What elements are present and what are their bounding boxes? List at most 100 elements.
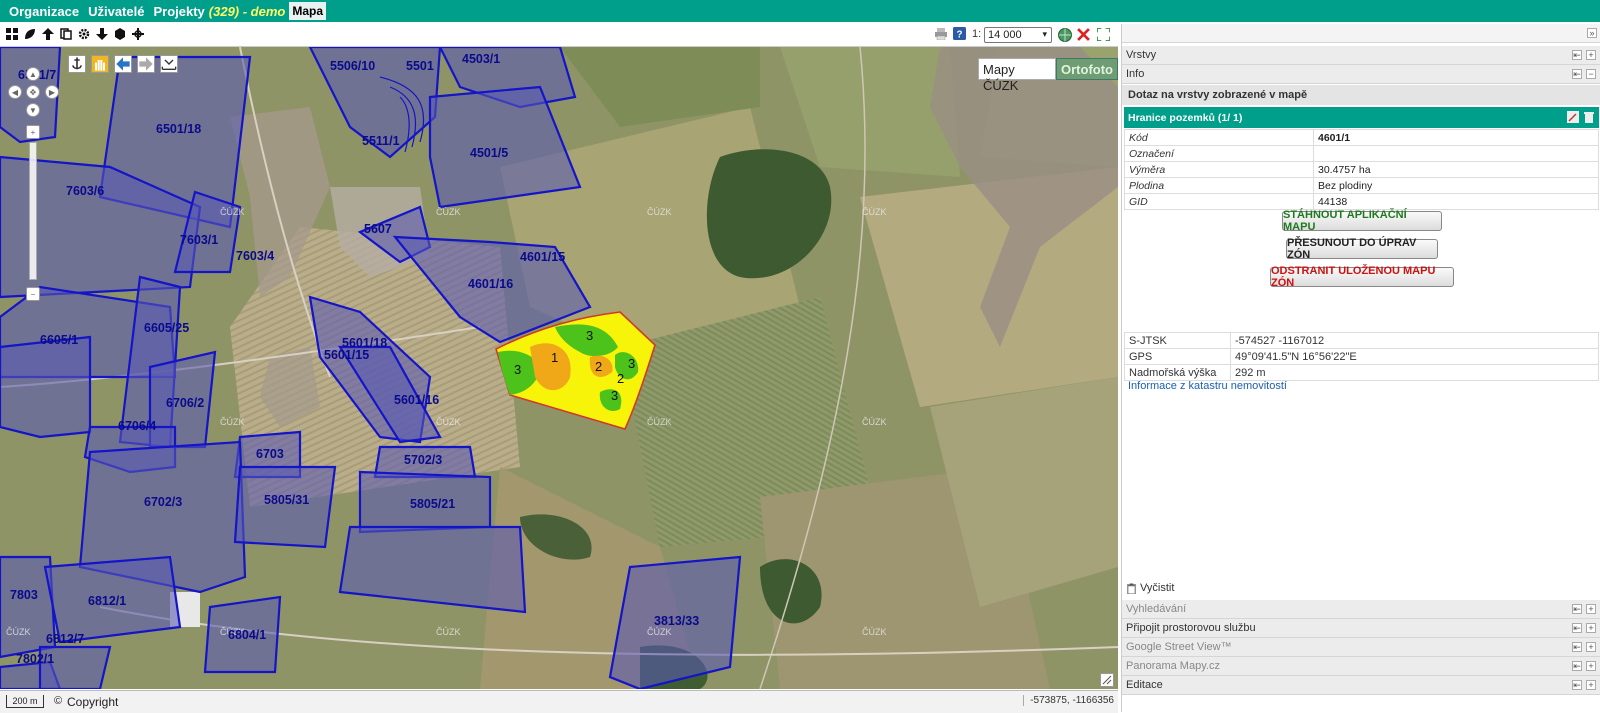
minimize-icon[interactable]: ⇤ bbox=[1572, 661, 1582, 671]
minimize-icon[interactable]: ⇤ bbox=[1572, 680, 1582, 690]
anchor-tool-icon[interactable] bbox=[68, 55, 86, 73]
svg-text:ČÚZK: ČÚZK bbox=[862, 207, 887, 217]
section-label: Panorama Mapy.cz bbox=[1126, 660, 1220, 672]
svg-text:?: ? bbox=[957, 29, 963, 40]
collapse-icon[interactable]: − bbox=[1586, 69, 1596, 79]
chevron-down-icon: ▾ bbox=[1042, 29, 1047, 39]
expand-icon[interactable]: + bbox=[1586, 680, 1596, 690]
zoom-out-button[interactable]: − bbox=[26, 287, 40, 301]
panel-collapse-bar: » bbox=[1122, 24, 1600, 43]
map-type-switch: Mapy ČÚZK Ortofoto bbox=[978, 58, 1118, 93]
collapse-panel-icon[interactable]: » bbox=[1587, 28, 1597, 38]
zone-label: 2 bbox=[595, 359, 602, 374]
zone-label: 3 bbox=[611, 388, 618, 403]
attr-key: Plodina bbox=[1124, 177, 1314, 194]
globe-icon[interactable] bbox=[1058, 28, 1072, 42]
project-count-label[interactable]: (329) - demo bbox=[209, 4, 286, 19]
measure-tool-icon[interactable] bbox=[160, 55, 178, 73]
minimize-icon[interactable]: ⇤ bbox=[1572, 604, 1582, 614]
edit-icon[interactable] bbox=[1567, 111, 1579, 123]
hexagon-icon[interactable] bbox=[114, 28, 126, 40]
table-row: Nadmořská výška 292 m bbox=[1124, 364, 1599, 381]
crosshair-icon[interactable] bbox=[132, 28, 144, 40]
section-pripojit-sluzbu[interactable]: Připojit prostorovou službu ⇤ + bbox=[1122, 619, 1600, 638]
minimize-icon[interactable]: ⇤ bbox=[1572, 50, 1582, 60]
print-icon[interactable] bbox=[935, 28, 947, 40]
svg-text:ČÚZK: ČÚZK bbox=[647, 417, 672, 427]
zoom-in-button[interactable]: + bbox=[26, 125, 40, 139]
parcel-label: 4501/5 bbox=[470, 146, 508, 160]
delete-icon[interactable] bbox=[1583, 111, 1595, 123]
attr-value: 30.4757 ha bbox=[1313, 161, 1599, 178]
download-map-button[interactable]: STÁHNOUT APLIKAČNÍ MAPU bbox=[1282, 209, 1442, 233]
svg-text:ČÚZK: ČÚZK bbox=[862, 627, 887, 637]
section-label: Editace bbox=[1126, 679, 1163, 691]
section-label: Připojit prostorovou službu bbox=[1126, 622, 1256, 634]
nav-projekty[interactable]: Projekty bbox=[153, 4, 204, 19]
parcel-label: 5511/1 bbox=[362, 134, 400, 148]
back-arrow-icon[interactable] bbox=[114, 55, 132, 73]
arrow-down-icon[interactable] bbox=[96, 28, 108, 40]
table-row: Plodina Bez plodiny bbox=[1124, 177, 1599, 194]
move-to-zones-button[interactable]: PŘESUNOUT DO ÚPRAV ZÓN bbox=[1286, 237, 1438, 261]
nav-mapa-active[interactable]: Mapa bbox=[289, 2, 327, 20]
arrow-up-icon[interactable] bbox=[42, 28, 54, 40]
nav-uzivatele[interactable]: Uživatelé bbox=[88, 4, 144, 19]
svg-text:ČÚZK: ČÚZK bbox=[220, 207, 245, 217]
section-vrstvy[interactable]: Vrstvy ⇤ + bbox=[1122, 46, 1600, 65]
hand-tool-icon[interactable] bbox=[91, 55, 109, 73]
pan-center-button[interactable]: ✥ bbox=[26, 85, 40, 99]
pan-right-button[interactable]: ▶ bbox=[45, 85, 59, 99]
zone-label: 3 bbox=[514, 362, 521, 377]
forward-arrow-icon[interactable] bbox=[137, 55, 155, 73]
expand-icon[interactable]: + bbox=[1586, 50, 1596, 60]
table-row: S-JTSK -574527 -1167012 bbox=[1124, 332, 1599, 349]
expand-icon[interactable]: + bbox=[1586, 661, 1596, 671]
section-street-view[interactable]: Google Street View™ ⇤ + bbox=[1122, 638, 1600, 657]
remove-zone-map-button[interactable]: ODSTRANIT ULOŽENOU MAPU ZÓN bbox=[1270, 265, 1454, 289]
parcel-label: 5805/21 bbox=[410, 497, 455, 511]
grid-icon[interactable] bbox=[6, 28, 18, 40]
attr-key: Výměra bbox=[1124, 161, 1314, 178]
nav-organizace[interactable]: Organizace bbox=[9, 4, 79, 19]
resize-handle-icon[interactable] bbox=[1100, 673, 1114, 687]
section-vyhledavani[interactable]: Vyhledávání ⇤ + bbox=[1122, 600, 1600, 619]
help-icon[interactable]: ? bbox=[953, 27, 966, 40]
attribute-table: Kód 4601/1 Označení Výměra 30.4757 ha Plod… bbox=[1124, 129, 1599, 210]
pan-left-button[interactable]: ◀ bbox=[8, 85, 22, 99]
parcel-label: 6703 bbox=[256, 447, 284, 461]
close-icon[interactable] bbox=[1077, 28, 1090, 41]
layer-title: Hranice pozemků (1/ 1) bbox=[1128, 111, 1243, 124]
section-panorama[interactable]: Panorama Mapy.cz ⇤ + bbox=[1122, 657, 1600, 676]
svg-text:ČÚZK: ČÚZK bbox=[6, 627, 31, 637]
table-row: Označení bbox=[1124, 145, 1599, 162]
parcel-label: 6605/1 bbox=[40, 333, 78, 347]
map-type-ortofoto-button[interactable]: Ortofoto bbox=[1056, 58, 1118, 80]
minimize-icon[interactable]: ⇤ bbox=[1572, 623, 1582, 633]
minimize-icon[interactable]: ⇤ bbox=[1572, 642, 1582, 652]
copy-icon[interactable] bbox=[60, 28, 72, 40]
cadastre-info-link[interactable]: Informace z katastru nemovitostí bbox=[1128, 380, 1287, 392]
parcel-label: 5506/10 bbox=[330, 59, 375, 73]
expand-icon[interactable]: + bbox=[1586, 623, 1596, 633]
leaf-icon[interactable] bbox=[24, 28, 36, 40]
copyright-label[interactable]: Copyright bbox=[67, 695, 118, 709]
section-info[interactable]: Info ⇤ − bbox=[1122, 65, 1600, 84]
clear-button[interactable]: Vyčistit bbox=[1126, 582, 1174, 594]
pan-up-button[interactable]: ▲ bbox=[26, 67, 40, 81]
map-canvas[interactable]: ČÚZK ČÚZK ČÚZK ČÚZK ČÚZK ČÚZK ČÚZK ČÚZK ČÚZK ČÚ… bbox=[0, 47, 1118, 689]
zone-label: 1 bbox=[551, 350, 558, 365]
zoom-slider[interactable] bbox=[29, 142, 37, 280]
minimize-icon[interactable]: ⇤ bbox=[1572, 69, 1582, 79]
expand-icon[interactable]: + bbox=[1586, 642, 1596, 652]
fullscreen-icon[interactable] bbox=[1097, 28, 1110, 41]
pan-down-button[interactable]: ▼ bbox=[26, 103, 40, 117]
map-type-cuzk-button[interactable]: Mapy ČÚZK bbox=[978, 58, 1057, 93]
table-row: Kód 4601/1 bbox=[1124, 129, 1599, 146]
scale-select[interactable]: 14 000 ▾ bbox=[984, 27, 1052, 43]
coord-key: Nadmořská výška bbox=[1124, 364, 1231, 381]
gear-icon[interactable] bbox=[78, 28, 90, 40]
section-editace[interactable]: Editace ⇤ + bbox=[1122, 676, 1600, 695]
expand-icon[interactable]: + bbox=[1586, 604, 1596, 614]
coordinates-table: S-JTSK -574527 -1167012 GPS 49°09'41.5"N 1… bbox=[1124, 332, 1599, 381]
